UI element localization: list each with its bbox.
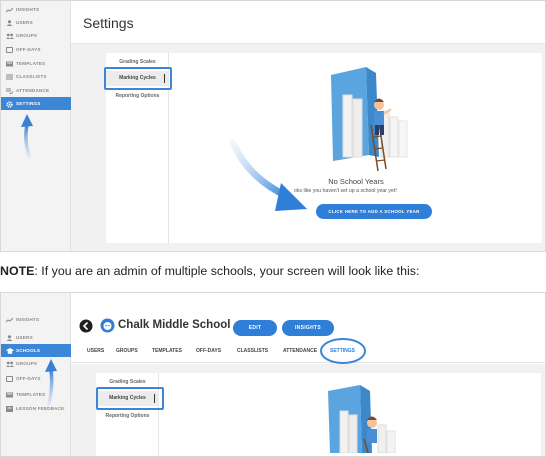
school-tabs: USERS GROUPS TEMPLATES OFF-DAYS CLASSLIS… (71, 343, 545, 363)
highlight-box (96, 387, 164, 410)
page-header: Settings (71, 1, 545, 44)
sidebar-item-templates[interactable]: TEMPLATES (1, 57, 71, 70)
tab-templates[interactable]: TEMPLATES (152, 348, 182, 354)
nav-reporting-options[interactable]: Reporting Options (106, 91, 169, 101)
sidebar: INSIGHTS USERS GROUPS OFF-DAYS TEMPLATES… (1, 1, 71, 251)
sidebar-item-label: SCHOOLS (16, 348, 41, 353)
groups-icon (6, 33, 14, 39)
back-arrow-icon[interactable] (79, 319, 93, 333)
add-school-year-button[interactable]: CLICK HERE TO ADD A SCHOOL YEAR (316, 204, 432, 219)
user-icon (6, 19, 13, 26)
sidebar-item-label: CLASSLISTS (16, 74, 47, 79)
tab-groups[interactable]: GROUPS (116, 348, 138, 354)
calendar-icon (6, 46, 13, 53)
tab-users[interactable]: USERS (87, 348, 104, 354)
settings-screenshot-multi-school: INSIGHTS USERS SCHOOLS GROUPS OFF-DAYS T… (0, 292, 546, 457)
sidebar-item-label: OFF-DAYS (16, 47, 41, 52)
note-label: NOTE (0, 264, 35, 278)
sidebar-item-label: INSIGHTS (16, 7, 40, 12)
nav-grading-scales[interactable]: Grading Scales (106, 57, 169, 67)
sidebar-item-label: LESSON FEEDBACK (16, 406, 65, 411)
tab-off-days[interactable]: OFF-DAYS (196, 348, 221, 354)
feedback-icon (6, 405, 13, 412)
settings-card: Grading Scales Marking Cycles Reporting … (104, 53, 542, 243)
school-logo-icon (100, 318, 115, 333)
sidebar-item-insights[interactable]: INSIGHTS (1, 3, 71, 16)
pointer-arrow-diagonal (229, 139, 307, 211)
classlists-icon (6, 74, 13, 80)
settings-card: Grading Scales Marking Cycles Reporting … (96, 373, 541, 456)
tab-highlight-ellipse (320, 338, 366, 364)
sidebar-item-label: INSIGHTS (16, 317, 40, 322)
sidebar-item-classlists[interactable]: CLASSLISTS (1, 70, 71, 83)
tab-attendance[interactable]: ATTENDANCE (283, 348, 317, 354)
insights-icon (5, 7, 14, 13)
sidebar-item-label: SETTINGS (16, 101, 41, 106)
gear-icon (6, 100, 13, 108)
sidebar-item-label: GROUPS (16, 361, 38, 366)
sidebar-item-off-days[interactable]: OFF-DAYS (1, 43, 71, 56)
sidebar-item-users[interactable]: USERS (1, 331, 71, 344)
highlight-box (104, 67, 172, 90)
sidebar-item-groups[interactable]: GROUPS (1, 29, 71, 42)
settings-nav: Grading Scales Marking Cycles Reporting … (96, 373, 159, 456)
sidebar-item-label: ATTENDANCE (16, 88, 50, 93)
sidebar: INSIGHTS USERS SCHOOLS GROUPS OFF-DAYS T… (1, 293, 71, 456)
sidebar-item-attendance[interactable]: ATTENDANCE (1, 84, 71, 97)
templates-icon (6, 392, 13, 398)
edit-button[interactable]: EDIT (233, 320, 277, 336)
page-title: Settings (83, 15, 134, 31)
tab-classlists[interactable]: CLASSLISTS (237, 348, 268, 354)
pointer-arrow-up (21, 114, 33, 158)
note-text: NOTE: If you are an admin of multiple sc… (0, 264, 546, 278)
sidebar-item-label: GROUPS (16, 33, 38, 38)
bookshelf-illustration (328, 385, 396, 453)
insights-button[interactable]: INSIGHTS (282, 320, 334, 336)
sidebar-item-settings[interactable]: SETTINGS (1, 97, 71, 110)
pointer-arrow-up (45, 359, 57, 406)
insights-icon (5, 317, 14, 323)
bookshelf-illustration (331, 67, 408, 172)
user-icon (6, 334, 13, 341)
attendance-icon (6, 88, 14, 95)
school-icon (6, 347, 14, 354)
school-name: Chalk Middle School (118, 319, 231, 331)
sidebar-item-users[interactable]: USERS (1, 16, 71, 29)
nav-grading-scales[interactable]: Grading Scales (96, 377, 159, 387)
nav-reporting-options[interactable]: Reporting Options (96, 411, 159, 421)
sidebar-item-label: TEMPLATES (16, 61, 46, 66)
sidebar-item-label: USERS (16, 20, 33, 25)
sidebar-item-label: OFF-DAYS (16, 376, 41, 381)
sidebar-item-label: USERS (16, 335, 33, 340)
main-area: Chalk Middle School EDIT INSIGHTS USERS … (71, 293, 545, 456)
note-body: : If you are an admin of multiple school… (34, 264, 420, 278)
groups-icon (6, 361, 14, 367)
settings-screenshot-single-school: INSIGHTS USERS GROUPS OFF-DAYS TEMPLATES… (0, 0, 546, 252)
sidebar-item-insights[interactable]: INSIGHTS (1, 313, 71, 326)
templates-icon (6, 61, 13, 67)
calendar-icon (6, 375, 13, 382)
